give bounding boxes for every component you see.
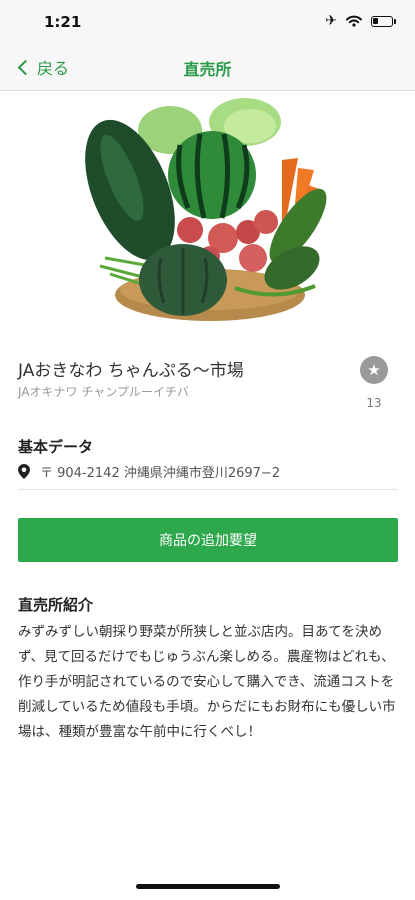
battery-level (373, 17, 378, 24)
address-row[interactable]: 〒 904-2142 沖縄県沖縄市登川2697−2 (18, 462, 398, 481)
favorite-button[interactable]: ★ (360, 356, 388, 384)
page-title: 直売所 (183, 60, 232, 79)
intro-heading: 直売所紹介 (18, 596, 94, 614)
vegetable-basket-image (85, 98, 327, 321)
intro-text: みずみずしい朝採り野菜が所狭しと並ぶ店内。目あてを決めず、見て回るだけでもじゅう… (18, 624, 396, 740)
status-bar: 1:21 ✈ (0, 0, 415, 44)
navigation-bar: 戻る 直売所 (0, 44, 415, 91)
home-indicator (136, 884, 280, 889)
basic-data-heading: 基本データ (18, 438, 94, 456)
favorite-control: ★ 13 (358, 356, 390, 410)
airplane-icon: ✈ (325, 13, 337, 29)
store-name-kana: JAオキナワ チャンプルーイチバ (18, 385, 189, 399)
address-text: 〒 904-2142 沖縄県沖縄市登川2697−2 (40, 466, 281, 481)
star-icon: ★ (367, 360, 381, 379)
status-icons: ✈ (325, 13, 396, 29)
store-name: JAおきなわ ちゃんぷる～市場 (18, 361, 244, 381)
location-pin-icon (18, 464, 30, 479)
wifi-icon (346, 15, 362, 27)
request-product-button[interactable]: 商品の追加要望 (18, 518, 398, 562)
battery-icon (371, 15, 396, 27)
divider (18, 489, 398, 490)
favorite-count: 13 (366, 396, 382, 410)
status-time: 1:21 (44, 13, 82, 31)
